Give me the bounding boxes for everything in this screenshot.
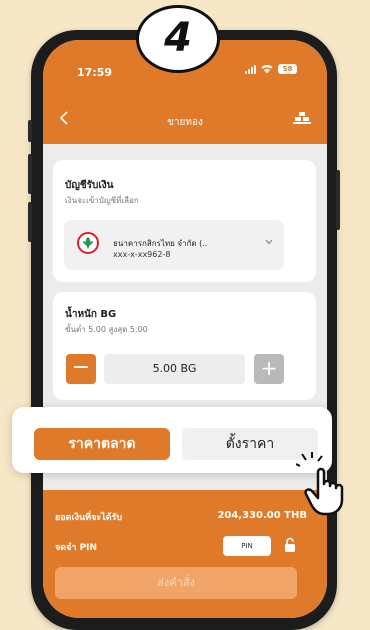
receive-amount-value: 204,330.00 THB (217, 510, 307, 521)
phone-side-button (28, 120, 32, 142)
signal-icon (245, 64, 256, 74)
decrease-button[interactable]: − (66, 354, 96, 384)
pin-button[interactable]: PIN (223, 536, 271, 556)
increase-button[interactable]: + (254, 354, 284, 384)
account-section-subtitle: เงินจะเข้าบัญชีที่เลือก (65, 196, 139, 205)
chevron-down-icon (265, 238, 273, 248)
weight-limits: ขั้นต่ำ 5.00 สูงสุด 5.00 (65, 325, 148, 334)
order-type-toggle: ราคาตลาด ตั้งราคา (12, 407, 332, 473)
status-time: 17:59 (77, 66, 113, 79)
receive-amount-label: ยอดเงินที่จะได้รับ (55, 513, 123, 523)
bank-name: ธนาคารกสิกรไทย จำกัด (.. (113, 239, 208, 248)
weight-amount-input[interactable]: 5.00 BG (104, 354, 245, 384)
account-number: xxx-x-xx962-8 (113, 250, 171, 259)
lock-icon[interactable] (283, 537, 297, 557)
remember-pin-label: จดจำ PIN (55, 543, 98, 553)
market-price-button[interactable]: ราคาตลาด (34, 428, 170, 460)
app-screen: 17:59 58 ขายทอง บัญชีรับเงิน เงินจะเข้าบ… (43, 40, 327, 618)
phone-volume-down (28, 202, 32, 242)
kbank-logo-icon (77, 232, 99, 254)
phone-volume-up (28, 154, 32, 194)
pointer-hand-icon (295, 452, 360, 520)
page-title: ขายทอง (167, 117, 203, 128)
submit-order-button[interactable]: ส่งคำสั่ง (55, 567, 297, 599)
battery-icon: 58 (278, 64, 297, 74)
phone-power-button (336, 170, 340, 230)
weight-section-title: น้ำหนัก BG (65, 309, 117, 320)
status-icons: 58 (245, 64, 297, 74)
step-number-badge: 4 (136, 5, 220, 73)
bank-account-selector[interactable]: ธนาคารกสิกรไทย จำกัด (.. xxx-x-xx962-8 (64, 220, 284, 270)
wifi-icon (261, 65, 273, 74)
order-summary-panel: ยอดเงินที่จะได้รับ 204,330.00 THB จดจำ P… (43, 490, 327, 618)
account-section-title: บัญชีรับเงิน (65, 180, 114, 191)
gold-bars-icon[interactable] (293, 110, 311, 130)
